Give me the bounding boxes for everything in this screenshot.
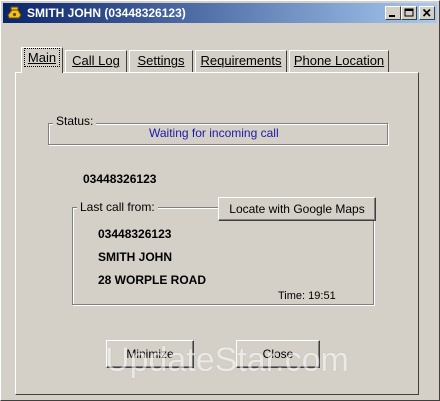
title-bar[interactable]: SMITH JOHN (03448326123) [3,3,437,23]
phone-icon [7,6,22,19]
close-icon [422,8,431,17]
last-call-number: 03448326123 [98,227,172,241]
maximize-window-button[interactable] [401,6,417,20]
tab-call-log[interactable]: Call Log [65,50,127,72]
tab-requirements[interactable]: Requirements [195,50,287,72]
last-call-address: 28 WORPLE ROAD [98,273,207,287]
minimize-icon [389,15,395,17]
tab-label: Requirements [200,53,282,68]
time-value: 19:51 [308,290,336,302]
tab-label: Phone Location [293,53,385,68]
minimize-window-button[interactable] [385,6,401,20]
close-window-button[interactable] [419,6,435,20]
status-label: Status: [53,114,97,128]
tab-phone-location[interactable]: Phone Location [289,50,389,72]
tab-main[interactable]: Main [21,47,63,73]
last-call-time: Time: 19:51 [278,290,336,302]
window-title: SMITH JOHN (03448326123) [27,6,186,20]
maximize-icon [404,8,414,17]
current-number: 03448326123 [83,172,157,186]
status-text: Waiting for incoming call [149,126,279,140]
time-label: Time: [278,290,306,302]
locate-google-maps-button[interactable]: Locate with Google Maps [218,197,376,221]
tab-label: Settings [137,53,185,68]
tab-label: Call Log [72,53,120,68]
last-call-name: SMITH JOHN [98,250,173,264]
tab-label: Main [23,48,61,67]
app-window: SMITH JOHN (03448326123) Main Call Log S… [0,0,440,401]
watermark: UpdateStar.com [105,341,349,379]
tab-settings[interactable]: Settings [129,50,193,72]
locate-button-label: Locate with Google Maps [229,202,365,216]
last-call-label: Last call from: [77,200,158,214]
